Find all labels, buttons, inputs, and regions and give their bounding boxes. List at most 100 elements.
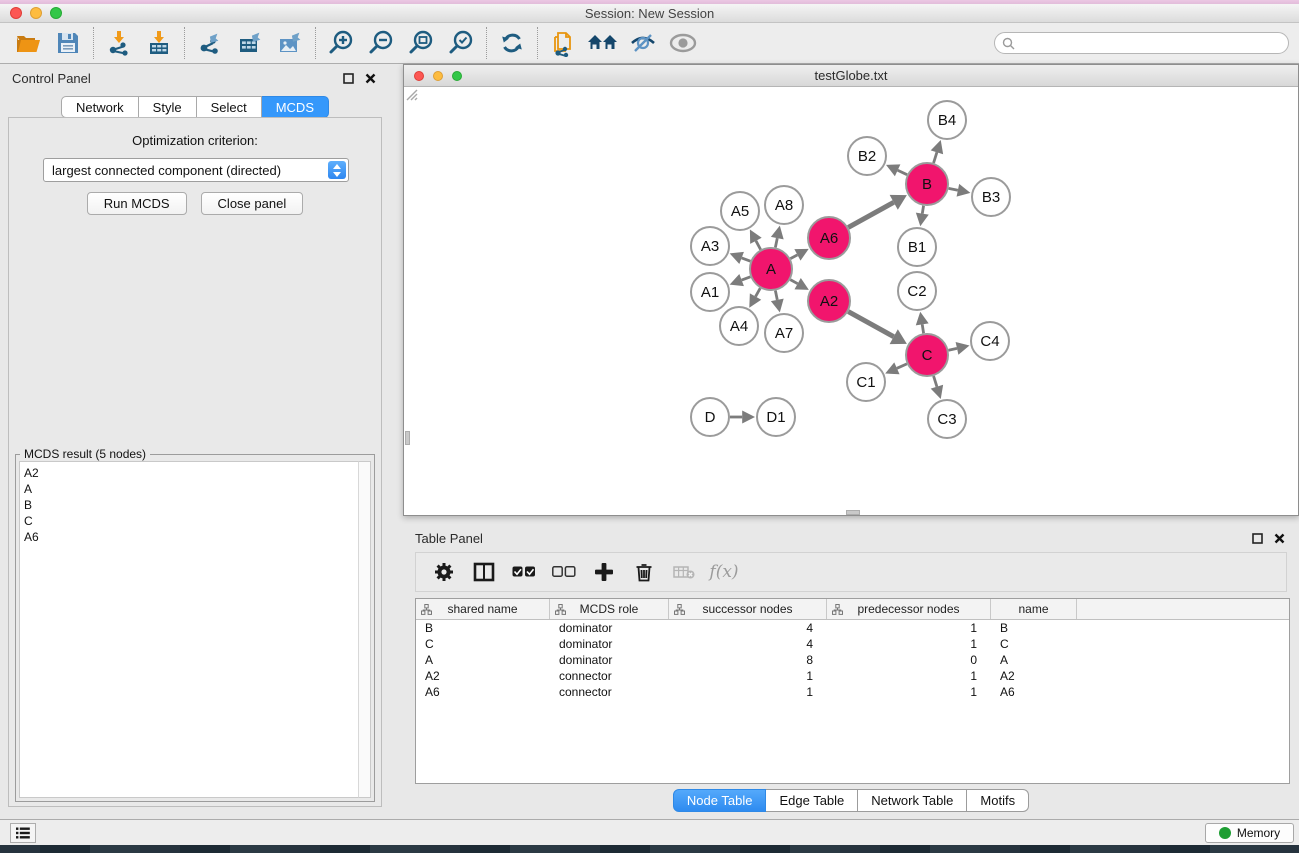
delete-column-icon[interactable] [626,555,662,589]
memory-button[interactable]: Memory [1205,823,1294,843]
graph-edge[interactable] [848,312,893,337]
network-view-window[interactable]: testGlobe.txt B4B2BB3B1A5A8A6A3AA1C2A4A7… [403,64,1299,516]
zoom-selected-icon[interactable] [441,25,481,61]
deselect-all-checks-icon[interactable] [546,555,582,589]
table-cell[interactable]: 4 [669,637,827,651]
table-cell[interactable]: A [991,653,1077,667]
mcds-result-item[interactable]: A2 [24,465,358,481]
tab-edge-table[interactable]: Edge Table [766,789,858,812]
table-row[interactable]: Bdominator41B [416,620,1289,636]
table-cell[interactable]: dominator [550,653,669,667]
table-cell[interactable]: dominator [550,621,669,635]
graph-edge[interactable] [742,277,751,280]
mcds-result-item[interactable]: B [24,497,358,513]
tab-motifs[interactable]: Motifs [967,789,1029,812]
apply-layout-icon[interactable] [492,25,532,61]
close-panel-icon[interactable] [362,70,378,86]
zoom-out-icon[interactable] [361,25,401,61]
table-cell[interactable]: C [416,637,550,651]
search-field[interactable] [994,32,1289,54]
export-network-icon[interactable] [190,25,230,61]
close-window-button[interactable] [10,7,22,19]
clone-network-icon[interactable] [543,25,583,61]
graph-edge[interactable] [775,238,777,247]
graph-edge[interactable] [756,241,761,250]
table-cell[interactable]: C [991,637,1077,651]
graph-edge[interactable] [948,348,957,350]
zoom-window-button[interactable] [50,7,62,19]
add-column-icon[interactable] [586,555,622,589]
hide-graphics-details-icon[interactable] [623,25,663,61]
criterion-select[interactable]: largest connected component (directed) [43,158,349,182]
table-cell[interactable]: 1 [827,621,991,635]
table-cell[interactable]: B [416,621,550,635]
graph-edge[interactable] [742,258,751,261]
mcds-result-scrollbar[interactable] [358,461,371,798]
open-folder-icon[interactable] [8,25,48,61]
network-window-titlebar[interactable]: testGlobe.txt [404,65,1298,87]
canvas-hscroll-thumb[interactable] [846,510,860,515]
table-cell[interactable]: dominator [550,637,669,651]
select-all-checks-icon[interactable] [506,555,542,589]
graph-edge[interactable] [790,280,797,284]
mcds-result-item[interactable]: A [24,481,358,497]
show-column-icon[interactable] [466,555,502,589]
tab-network[interactable]: Network [61,96,139,118]
table-cell[interactable]: 1 [827,685,991,699]
minimize-window-button[interactable] [30,7,42,19]
graph-edge[interactable] [756,288,761,296]
tab-network-table[interactable]: Network Table [858,789,967,812]
float-panel-icon[interactable] [1249,530,1265,546]
column-header-MCDS-role[interactable]: MCDS role [550,599,669,619]
graph-edge[interactable] [848,202,893,227]
close-panel-icon[interactable] [1271,530,1287,546]
table-cell[interactable]: 8 [669,653,827,667]
graph-edge[interactable] [934,376,937,387]
table-row[interactable]: Cdominator41C [416,636,1289,652]
canvas-vscroll-thumb[interactable] [405,431,410,445]
tab-mcds[interactable]: MCDS [262,96,329,118]
export-table-icon[interactable] [230,25,270,61]
graph-edge[interactable] [898,170,907,174]
table-cell[interactable]: 0 [827,653,991,667]
window-resize-grip[interactable] [404,87,418,101]
table-settings-gear-icon[interactable] [426,555,462,589]
show-panels-list-button[interactable] [10,823,36,843]
network-canvas[interactable]: B4B2BB3B1A5A8A6A3AA1C2A4A7A2CC4C1C3DD1 [404,87,1298,515]
graph-edge[interactable] [790,255,797,259]
graph-edge[interactable] [922,324,923,333]
network-close-button[interactable] [414,71,424,81]
export-image-icon[interactable] [270,25,310,61]
table-cell[interactable]: 4 [669,621,827,635]
import-table-icon[interactable] [139,25,179,61]
save-session-icon[interactable] [48,25,88,61]
table-cell[interactable]: connector [550,669,669,683]
mcds-result-item[interactable]: A6 [24,529,358,545]
graph-edge[interactable] [775,291,777,300]
import-network-icon[interactable] [99,25,139,61]
graph-edge[interactable] [922,206,923,214]
float-panel-icon[interactable] [340,70,356,86]
table-cell[interactable]: A [416,653,550,667]
tab-node-table[interactable]: Node Table [673,789,767,812]
network-minimize-button[interactable] [433,71,443,81]
tab-select[interactable]: Select [197,96,262,118]
column-header-shared-name[interactable]: shared name [416,599,550,619]
close-panel-button[interactable]: Close panel [201,192,304,215]
table-cell[interactable]: A6 [991,685,1077,699]
table-cell[interactable]: A2 [991,669,1077,683]
run-mcds-button[interactable]: Run MCDS [87,192,187,215]
table-cell[interactable]: A6 [416,685,550,699]
network-zoom-button[interactable] [452,71,462,81]
table-row[interactable]: A6connector11A6 [416,684,1289,700]
mcds-result-item[interactable]: C [24,513,358,529]
table-cell[interactable]: B [991,621,1077,635]
table-row[interactable]: Adominator80A [416,652,1289,668]
table-cell[interactable]: A2 [416,669,550,683]
zoom-fit-icon[interactable] [401,25,441,61]
table-cell[interactable]: 1 [827,669,991,683]
graph-edge[interactable] [949,188,958,190]
table-cell[interactable]: 1 [669,685,827,699]
column-header-name[interactable]: name [991,599,1077,619]
table-cell[interactable]: 1 [827,637,991,651]
